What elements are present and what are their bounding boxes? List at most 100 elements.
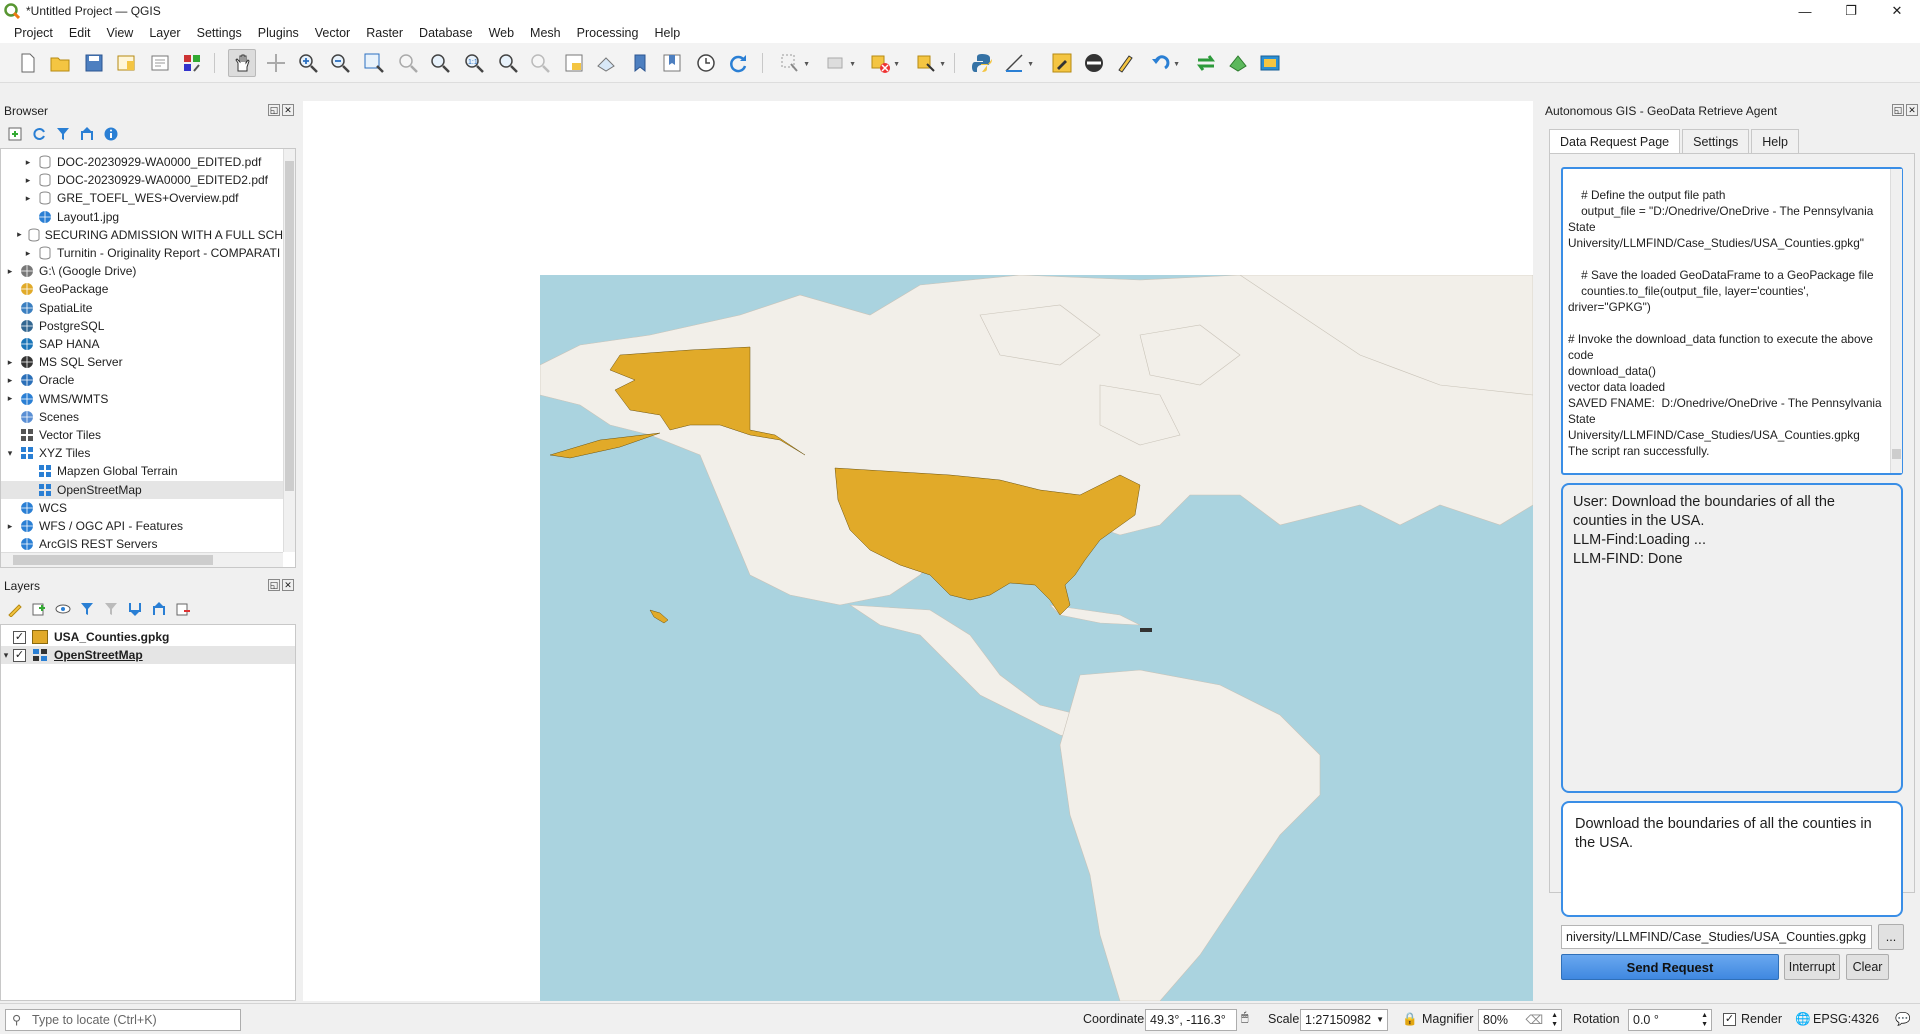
chevron-down-icon[interactable]: ▼ bbox=[1376, 1010, 1384, 1030]
request-input[interactable]: Download the boundaries of all the count… bbox=[1561, 801, 1903, 917]
zoom-to-selection-icon[interactable] bbox=[394, 49, 422, 77]
minimize-button[interactable]: — bbox=[1782, 0, 1828, 22]
pan-map-icon[interactable] bbox=[228, 49, 256, 77]
spinner-icon[interactable]: ▲ ▼ bbox=[1551, 1011, 1558, 1029]
chevron-right-icon[interactable]: ▸ bbox=[5, 266, 15, 277]
layer-visibility-checkbox[interactable]: ✓ bbox=[13, 630, 26, 644]
measure-line-icon[interactable]: ▼ bbox=[1000, 49, 1034, 77]
chevron-right-icon[interactable]: ▸ bbox=[5, 393, 15, 404]
tab-help[interactable]: Help bbox=[1751, 129, 1799, 153]
layer-visibility-checkbox[interactable]: ✓ bbox=[13, 648, 26, 662]
chevron-down-icon[interactable]: ▾ bbox=[5, 448, 15, 459]
plugin-sync-icon[interactable] bbox=[1192, 49, 1220, 77]
menu-project[interactable]: Project bbox=[6, 26, 61, 40]
close-panel-icon[interactable]: ✕ bbox=[282, 579, 294, 591]
expand-arrow-icon[interactable]: ▾ bbox=[1, 650, 11, 661]
refresh-icon[interactable] bbox=[30, 125, 48, 143]
browser-item[interactable]: Scenes bbox=[1, 408, 283, 426]
add-selected-layers-icon[interactable] bbox=[6, 125, 24, 143]
chevron-right-icon[interactable]: ▸ bbox=[23, 157, 33, 168]
rotation-field[interactable]: 0.0 ° ▲ ▼ bbox=[1628, 1009, 1712, 1031]
menu-raster[interactable]: Raster bbox=[358, 26, 411, 40]
layout-manager-icon[interactable] bbox=[146, 49, 174, 77]
tab-settings[interactable]: Settings bbox=[1682, 129, 1750, 153]
browser-item[interactable]: OpenStreetMap bbox=[1, 480, 283, 499]
browser-item[interactable]: ▸ DOC-20230929-WA0000_EDITED2.pdf bbox=[1, 171, 283, 189]
coordinate-field[interactable]: 49.3°, -116.3° bbox=[1145, 1009, 1237, 1031]
browser-scrollbar[interactable] bbox=[283, 149, 295, 552]
chevron-right-icon[interactable]: ▸ bbox=[23, 175, 33, 186]
interrupt-button[interactable]: Interrupt bbox=[1784, 954, 1840, 980]
add-group-icon[interactable] bbox=[30, 600, 48, 618]
browser-item[interactable]: WCS bbox=[1, 499, 283, 517]
menu-layer[interactable]: Layer bbox=[141, 26, 188, 40]
browser-item[interactable]: Layout1.jpg bbox=[1, 208, 283, 226]
filter-legend-icon[interactable] bbox=[78, 600, 96, 618]
python-console-icon[interactable] bbox=[968, 49, 996, 77]
info-icon[interactable] bbox=[102, 125, 120, 143]
clear-button[interactable]: Clear bbox=[1846, 954, 1889, 980]
extents-toggle-icon[interactable]: 🖱 bbox=[1241, 1010, 1249, 1025]
show-bookmarks-icon[interactable] bbox=[658, 49, 686, 77]
zoom-full-icon[interactable] bbox=[360, 49, 388, 77]
refresh-icon[interactable] bbox=[724, 49, 752, 77]
new-bookmark-icon[interactable] bbox=[626, 49, 654, 77]
undo-icon[interactable]: ▼ bbox=[1146, 49, 1180, 77]
new-print-layout-icon[interactable] bbox=[112, 49, 140, 77]
browser-item[interactable]: ▸ GRE_TOEFL_WES+Overview.pdf bbox=[1, 189, 283, 207]
processing-toolbox-icon[interactable] bbox=[1048, 49, 1076, 77]
browser-item[interactable]: Vector Tiles bbox=[1, 426, 283, 444]
remove-layer-icon[interactable] bbox=[174, 600, 192, 618]
browser-item[interactable]: ▸ WMS/WMTS bbox=[1, 390, 283, 408]
spinner-icon[interactable]: ▲ ▼ bbox=[1701, 1011, 1708, 1029]
chevron-right-icon[interactable]: ▸ bbox=[5, 521, 15, 532]
browser-item[interactable]: ▸ G:\ (Google Drive) bbox=[1, 262, 283, 280]
browser-item[interactable]: ▸ WFS / OGC API - Features bbox=[1, 517, 283, 535]
select-features-icon[interactable]: ▼ bbox=[822, 49, 856, 77]
close-button[interactable]: ✕ bbox=[1874, 0, 1920, 22]
browser-item[interactable]: GeoPackage bbox=[1, 280, 283, 298]
float-panel-icon[interactable]: ◱ bbox=[1892, 104, 1904, 116]
browser-item[interactable]: ▸ Turnitin - Originality Report - COMPARA… bbox=[1, 244, 283, 262]
layer-row-openstreetmap[interactable]: ▾ ✓ OpenStreetMap bbox=[1, 646, 295, 664]
float-panel-icon[interactable]: ◱ bbox=[268, 104, 280, 116]
browser-item[interactable]: ▾ XYZ Tiles bbox=[1, 444, 283, 462]
float-panel-icon[interactable]: ◱ bbox=[268, 579, 280, 591]
zoom-native-icon[interactable]: 1:1 bbox=[460, 49, 488, 77]
zoom-out-icon[interactable] bbox=[326, 49, 354, 77]
menu-mesh[interactable]: Mesh bbox=[522, 26, 569, 40]
magnifier-field[interactable]: 80% ⌫ ▲ ▼ bbox=[1478, 1009, 1562, 1031]
browser-item[interactable]: ▸ SECURING ADMISSION WITH A FULL SCH bbox=[1, 226, 283, 244]
identify-features-icon[interactable]: ▼ bbox=[776, 49, 810, 77]
save-project-icon[interactable] bbox=[80, 49, 108, 77]
layer-row-usa-counties[interactable]: ✓ USA_Counties.gpkg bbox=[1, 628, 295, 646]
zoom-last-icon[interactable] bbox=[494, 49, 522, 77]
output-path-field[interactable]: niversity/LLMFIND/Case_Studies/USA_Count… bbox=[1561, 925, 1872, 949]
plugin-panel-icon[interactable] bbox=[1256, 49, 1284, 77]
browser-item[interactable]: SAP HANA bbox=[1, 335, 283, 353]
browser-item[interactable]: ArcGIS REST Servers bbox=[1, 535, 283, 553]
browse-button[interactable]: ... bbox=[1878, 924, 1904, 950]
pan-to-selection-icon[interactable] bbox=[262, 49, 290, 77]
menu-database[interactable]: Database bbox=[411, 26, 481, 40]
close-panel-icon[interactable]: ✕ bbox=[282, 104, 294, 116]
filter-icon[interactable] bbox=[54, 125, 72, 143]
collapse-all-icon[interactable] bbox=[150, 600, 168, 618]
chevron-right-icon[interactable]: ▸ bbox=[23, 248, 33, 259]
menu-vector[interactable]: Vector bbox=[307, 26, 358, 40]
new-map-view-icon[interactable] bbox=[560, 49, 588, 77]
lock-icon[interactable]: 🔒 bbox=[1402, 1012, 1418, 1027]
open-project-icon[interactable] bbox=[46, 49, 74, 77]
menu-edit[interactable]: Edit bbox=[61, 26, 99, 40]
menu-web[interactable]: Web bbox=[481, 26, 522, 40]
collapse-all-icon[interactable] bbox=[78, 125, 96, 143]
annotation-icon[interactable] bbox=[1080, 49, 1108, 77]
browser-item[interactable]: ▸ MS SQL Server bbox=[1, 353, 283, 371]
browser-item[interactable]: PostgreSQL bbox=[1, 317, 283, 335]
chevron-right-icon[interactable]: ▸ bbox=[23, 193, 33, 204]
menu-settings[interactable]: Settings bbox=[189, 26, 250, 40]
locator-search-input[interactable]: ⚲ Type to locate (Ctrl+K) bbox=[5, 1009, 241, 1031]
digitize-icon[interactable] bbox=[1112, 49, 1140, 77]
tab-data-request-page[interactable]: Data Request Page bbox=[1549, 129, 1681, 154]
messages-icon[interactable]: 💬 bbox=[1895, 1012, 1911, 1027]
